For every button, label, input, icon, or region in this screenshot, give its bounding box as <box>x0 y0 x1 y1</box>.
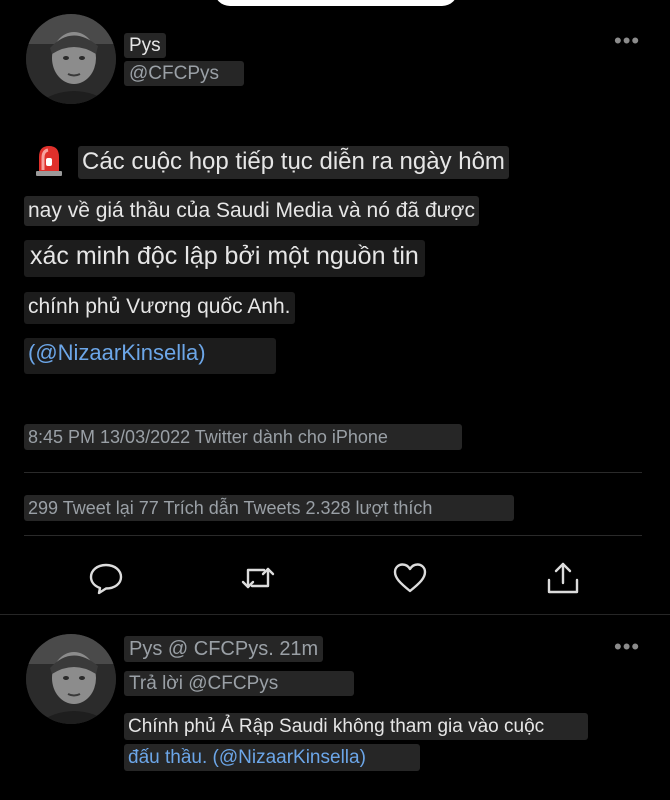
divider <box>24 535 642 536</box>
tweet-body-line-2: nay về giá thầu của Saudi Media và nó đã… <box>24 196 479 226</box>
engagement-stats[interactable]: 299 Tweet lại 77 Trích dẫn Tweets 2.328 … <box>24 495 515 521</box>
share-upload-icon <box>547 562 579 594</box>
retweet-button[interactable] <box>240 560 276 596</box>
tweet-body-line-1: Các cuộc họp tiếp tục diễn ra ngày hôm <box>78 146 509 179</box>
reply-header[interactable]: Pys @ CFCPys. 21m <box>124 636 324 662</box>
author-name[interactable]: Pys <box>124 33 166 58</box>
source-mention-link[interactable]: (@NizaarKinsella) <box>24 338 276 374</box>
reply-bubble-icon <box>89 563 123 595</box>
heart-icon <box>393 563 427 593</box>
reply-more-options-icon[interactable]: ••• <box>614 636 640 658</box>
divider <box>24 472 642 473</box>
like-button[interactable] <box>392 560 428 596</box>
section-divider <box>0 614 670 615</box>
reply-author-avatar[interactable] <box>26 634 116 724</box>
author-avatar[interactable] <box>26 14 116 104</box>
retweet-arrows-icon <box>241 567 275 589</box>
share-button[interactable] <box>545 560 581 596</box>
tweet-timestamp[interactable]: 8:45 PM 13/03/2022 Twitter dành cho iPho… <box>24 424 462 450</box>
reply-body-line-2[interactable]: đấu thầu. (@NizaarKinsella) <box>124 744 420 771</box>
more-options-icon[interactable]: ••• <box>614 30 640 52</box>
replying-to[interactable]: Trả lời @CFCPys <box>124 671 355 696</box>
status-pill <box>214 0 458 6</box>
reply-body-line-1: Chính phủ Ả Rập Saudi không tham gia vào… <box>124 713 589 740</box>
tweet-body-line-3: xác minh độc lập bởi một nguồn tin <box>24 240 425 277</box>
author-handle[interactable]: @CFCPys <box>124 61 244 86</box>
siren-emoji-icon <box>36 146 62 176</box>
tweet-body-line-4: chính phủ Vương quốc Anh. <box>24 292 295 324</box>
reply-button[interactable] <box>88 560 124 596</box>
